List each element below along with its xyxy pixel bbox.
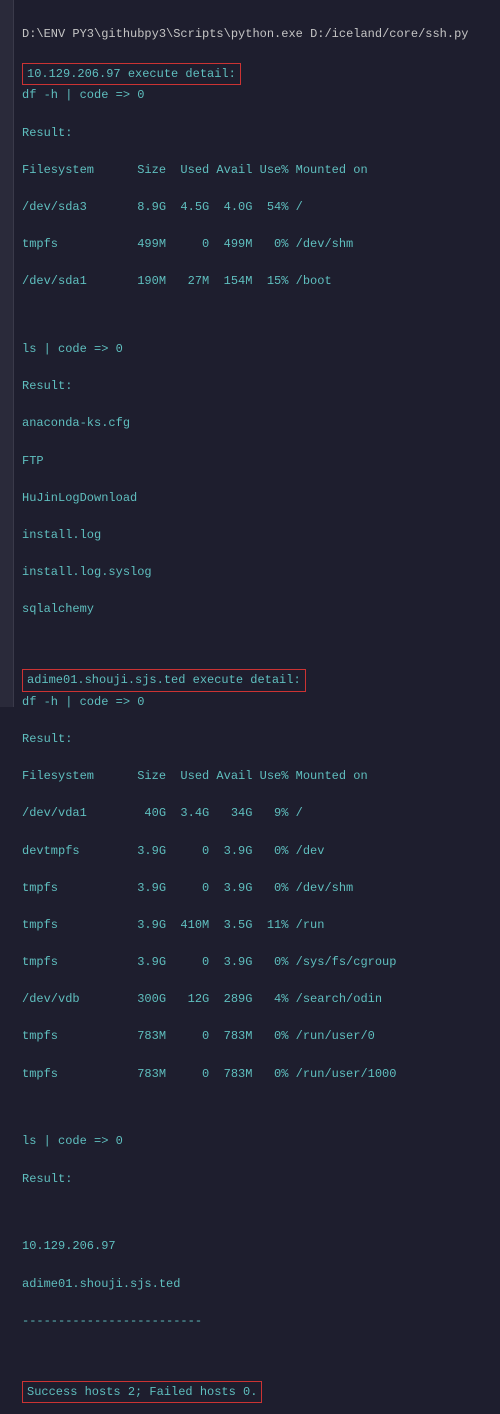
df-row: tmpfs 3.9G 410M 3.5G 11% /run bbox=[22, 916, 490, 935]
df-row: tmpfs 783M 0 783M 0% /run/user/0 bbox=[22, 1027, 490, 1046]
df-header: Filesystem Size Used Avail Use% Mounted … bbox=[22, 767, 490, 786]
ls-row: install.log.syslog bbox=[22, 563, 490, 582]
ls-row: anaconda-ks.cfg bbox=[22, 414, 490, 433]
host2-header-text: adime01.shouji.sjs.ted execute detail: bbox=[27, 673, 301, 687]
host1-header-text: 10.129.206.97 execute detail: bbox=[27, 67, 236, 81]
ls-row: install.log bbox=[22, 526, 490, 545]
result-label: Result: bbox=[22, 730, 490, 749]
host2-df-cmd: df -h | code => 0 bbox=[22, 693, 490, 712]
tail-row: 10.129.206.97 bbox=[22, 1237, 490, 1256]
summary-box: Success hosts 2; Failed hosts 0. bbox=[22, 1381, 262, 1404]
host1-header-box: 10.129.206.97 execute detail: bbox=[22, 63, 241, 86]
host2-header-box: adime01.shouji.sjs.ted execute detail: bbox=[22, 669, 306, 692]
df-row: /dev/vda1 40G 3.4G 34G 9% / bbox=[22, 804, 490, 823]
df-row: tmpfs 499M 0 499M 0% /dev/shm bbox=[22, 235, 490, 254]
host2-ls-cmd: ls | code => 0 bbox=[22, 1132, 490, 1151]
result-label: Result: bbox=[22, 1170, 490, 1189]
df-header: Filesystem Size Used Avail Use% Mounted … bbox=[22, 161, 490, 180]
df-row: tmpfs 3.9G 0 3.9G 0% /sys/fs/cgroup bbox=[22, 953, 490, 972]
ls-row: FTP bbox=[22, 452, 490, 471]
summary-text: Success hosts 2; Failed hosts 0. bbox=[27, 1385, 257, 1399]
tail-row: adime01.shouji.sjs.ted bbox=[22, 1275, 490, 1294]
editor-gutter bbox=[0, 0, 14, 707]
df-row: devtmpfs 3.9G 0 3.9G 0% /dev bbox=[22, 842, 490, 861]
result-label: Result: bbox=[22, 377, 490, 396]
df-row: /dev/sda3 8.9G 4.5G 4.0G 54% / bbox=[22, 198, 490, 217]
result-label: Result: bbox=[22, 124, 490, 143]
divider-row: ------------------------- bbox=[22, 1312, 490, 1331]
df-row: /dev/vdb 300G 12G 289G 4% /search/odin bbox=[22, 990, 490, 1009]
command-line: D:\ENV PY3\githubpy3\Scripts\python.exe … bbox=[22, 25, 490, 44]
ls-row: sqlalchemy bbox=[22, 600, 490, 619]
df-row: /dev/sda1 190M 27M 154M 15% /boot bbox=[22, 272, 490, 291]
terminal-output: D:\ENV PY3\githubpy3\Scripts\python.exe … bbox=[0, 0, 500, 1414]
df-row: tmpfs 783M 0 783M 0% /run/user/1000 bbox=[22, 1065, 490, 1084]
host1-ls-cmd: ls | code => 0 bbox=[22, 340, 490, 359]
ls-row: HuJinLogDownload bbox=[22, 489, 490, 508]
df-row: tmpfs 3.9G 0 3.9G 0% /dev/shm bbox=[22, 879, 490, 898]
host1-df-cmd: df -h | code => 0 bbox=[22, 86, 490, 105]
